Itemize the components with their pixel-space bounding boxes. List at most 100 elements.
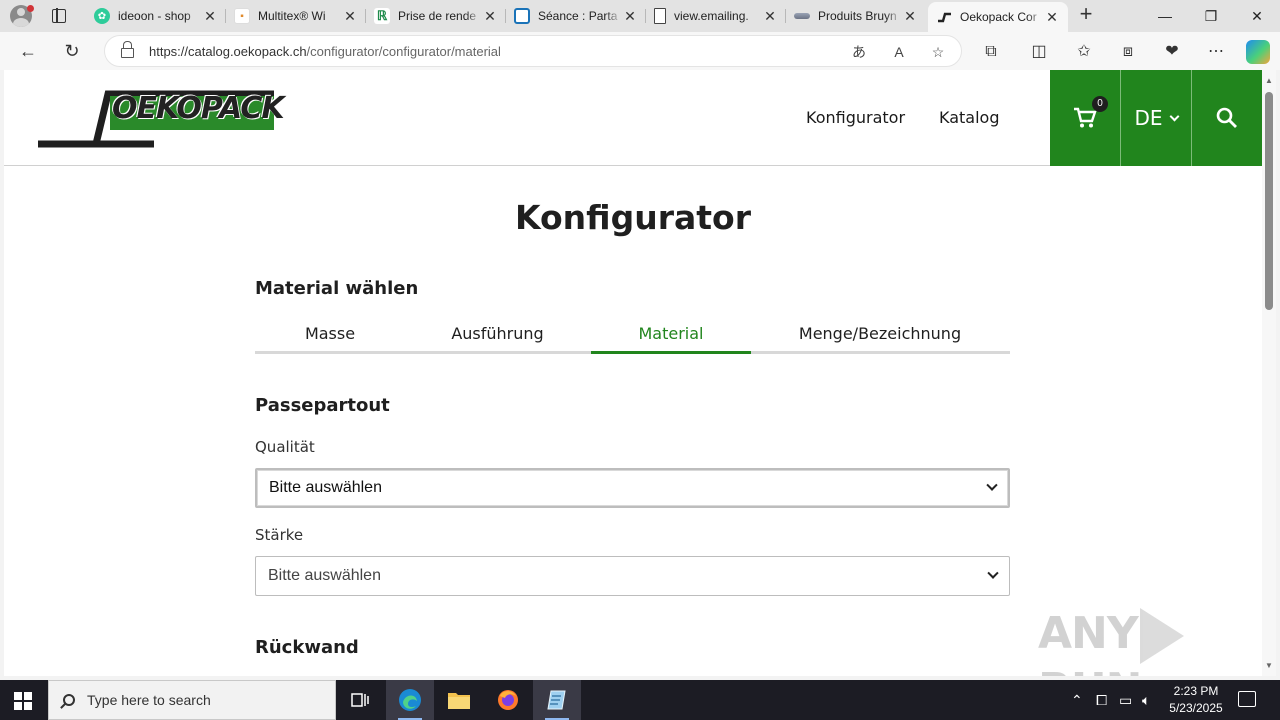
performance-icon[interactable]: ❤ <box>1161 41 1183 63</box>
back-arrow-icon[interactable]: ← <box>15 38 41 64</box>
browser-tab-strip: ✿ ideoon - shop ✕ ▪ Multitex® Wi ✕ ℝ Pri… <box>0 0 1280 32</box>
search-button[interactable] <box>1192 70 1262 166</box>
extensions-icon[interactable]: ⧉ <box>980 41 1002 63</box>
close-tab-icon[interactable]: ✕ <box>622 8 638 25</box>
quality-select-value: Bitte auswählen <box>269 479 382 496</box>
nav-link-catalog[interactable]: Katalog <box>939 108 999 127</box>
lock-icon[interactable] <box>121 41 134 58</box>
scroll-up-arrow-icon[interactable]: ▲ <box>1264 76 1274 85</box>
profile-notification-dot <box>27 5 34 12</box>
tab-title: Produits Bruyn <box>818 9 897 23</box>
step-tab-material[interactable]: Material <box>591 320 751 354</box>
multitex-favicon-icon: ▪ <box>234 8 250 24</box>
thickness-select[interactable]: Bitte auswählen <box>255 556 1010 596</box>
browser-tab[interactable]: ✿ ideoon - shop ✕ <box>86 2 226 30</box>
address-bar[interactable]: https://catalog.oekopack.ch/configurator… <box>104 35 962 67</box>
minimize-button[interactable]: — <box>1142 0 1188 32</box>
windows-taskbar: Type here to search ⌃ ⧠ ▭ 🔈︎ 2:23 PM 5/2… <box>0 680 1280 720</box>
scroll-down-arrow-icon[interactable]: ▼ <box>1264 661 1274 670</box>
oekopack-favicon-icon <box>936 9 952 25</box>
step-tab-menge[interactable]: Menge/Bezeichnung <box>790 320 970 354</box>
chevron-down-icon <box>1169 111 1179 121</box>
logo-text: OEKOPACK <box>112 91 285 126</box>
browser-tab[interactable]: Produits Bruyn ✕ <box>786 2 926 30</box>
collections-icon[interactable]: ⧈ <box>1117 41 1139 63</box>
browser-tab[interactable]: view.emailing. ✕ <box>646 2 786 30</box>
translate-icon[interactable]: あ <box>849 42 869 62</box>
taskbar-search-box[interactable]: Type here to search <box>48 680 336 720</box>
split-screen-icon[interactable]: ◫ <box>1028 41 1050 63</box>
calendar-favicon-icon: ℝ <box>374 8 390 24</box>
firefox-icon[interactable] <box>484 680 532 720</box>
browser-toolbar: ← ↻ https://catalog.oekopack.ch/configur… <box>0 32 1280 70</box>
close-tab-icon[interactable]: ✕ <box>202 8 218 25</box>
refresh-icon[interactable]: ↻ <box>59 38 85 64</box>
windows-start-icon[interactable] <box>14 692 32 710</box>
file-explorer-icon[interactable] <box>435 680 483 720</box>
more-menu-icon[interactable]: ⋯ <box>1205 41 1227 63</box>
tab-actions-icon[interactable] <box>50 7 68 25</box>
restore-button[interactable]: ❐ <box>1188 0 1234 32</box>
close-tab-icon[interactable]: ✕ <box>762 8 778 25</box>
url-text[interactable]: https://catalog.oekopack.ch/configurator… <box>149 44 501 59</box>
volume-icon[interactable]: 🔈︎ <box>1142 692 1150 709</box>
read-aloud-icon[interactable]: A <box>889 42 909 62</box>
watermark-left-text: ANY <box>1038 608 1139 659</box>
language-selector[interactable]: DE <box>1121 70 1191 166</box>
step-heading: Material wählen <box>255 278 419 299</box>
scrollbar-thumb[interactable] <box>1265 92 1273 310</box>
step-tabs: Masse Ausführung Material Menge/Bezeichn… <box>255 320 1010 354</box>
close-window-button[interactable]: ✕ <box>1234 0 1280 32</box>
chevron-down-icon <box>986 479 998 491</box>
page-title: Konfigurator <box>515 198 751 237</box>
produits-favicon-icon <box>794 13 810 19</box>
close-tab-icon[interactable]: ✕ <box>902 8 918 25</box>
system-clock[interactable]: 2:23 PM 5/23/2025 <box>1160 683 1232 717</box>
cart-icon <box>1074 107 1097 128</box>
web-page: OEKOPACK Konfigurator Katalog 0 DE Konfi… <box>4 70 1262 676</box>
favorite-star-icon[interactable]: ☆ <box>928 42 948 62</box>
close-tab-icon[interactable]: ✕ <box>482 8 498 25</box>
oekopack-logo[interactable]: OEKOPACK <box>38 88 285 150</box>
step-tab-masse[interactable]: Masse <box>255 320 405 354</box>
clock-date: 5/23/2025 <box>1169 701 1223 715</box>
cart-count-badge: 0 <box>1092 96 1108 112</box>
site-header: OEKOPACK Konfigurator Katalog 0 DE <box>4 70 1262 166</box>
tab-title: Prise de rende <box>398 9 477 23</box>
browser-tab[interactable]: ▪ Multitex® Wi ✕ <box>226 2 366 30</box>
thickness-select-value: Bitte auswählen <box>268 567 381 584</box>
new-tab-button[interactable]: + <box>1076 3 1096 25</box>
tab-title: Oekopack Cor <box>960 10 1037 24</box>
favorites-icon[interactable]: ✩ <box>1073 41 1095 63</box>
language-label: DE <box>1134 106 1163 130</box>
url-path: /configurator/configurator/material <box>306 44 501 59</box>
task-view-icon[interactable] <box>336 680 384 720</box>
close-tab-icon[interactable]: ✕ <box>1044 9 1060 26</box>
nav-link-configurator[interactable]: Konfigurator <box>806 108 905 127</box>
device-icon[interactable]: ⧠ <box>1096 692 1107 709</box>
notepad-taskbar-icon[interactable] <box>533 680 581 720</box>
notification-center-icon[interactable] <box>1238 691 1256 707</box>
network-icon[interactable]: ▭ <box>1119 692 1132 709</box>
quality-select[interactable]: Bitte auswählen <box>255 468 1010 508</box>
cart-button[interactable]: 0 <box>1050 70 1120 166</box>
clock-time: 2:23 PM <box>1173 684 1219 698</box>
tab-title: Séance : Parta <box>538 9 618 23</box>
taskbar-search-placeholder: Type here to search <box>87 692 211 708</box>
tray-overflow-chevron-icon[interactable]: ⌃ <box>1071 692 1083 709</box>
browser-tab[interactable]: Séance : Parta ✕ <box>506 2 646 30</box>
backwall-heading: Rückwand <box>255 637 359 658</box>
tab-title: Multitex® Wi <box>258 9 326 23</box>
browser-tab-active[interactable]: Oekopack Cor ✕ <box>928 2 1068 32</box>
ideoon-favicon-icon: ✿ <box>94 8 110 24</box>
document-favicon-icon <box>654 8 666 24</box>
anyrun-watermark: ANY RUN <box>1038 608 1262 676</box>
copilot-icon[interactable] <box>1246 40 1270 64</box>
thickness-label: Stärke <box>255 526 304 544</box>
page-scrollbar[interactable]: ▲ ▼ <box>1262 70 1276 676</box>
browser-tab[interactable]: ℝ Prise de rende ✕ <box>366 2 506 30</box>
close-tab-icon[interactable]: ✕ <box>342 8 358 25</box>
step-tab-ausfuehrung[interactable]: Ausführung <box>420 320 575 354</box>
edge-taskbar-icon[interactable] <box>386 680 434 720</box>
play-icon <box>1139 608 1184 664</box>
